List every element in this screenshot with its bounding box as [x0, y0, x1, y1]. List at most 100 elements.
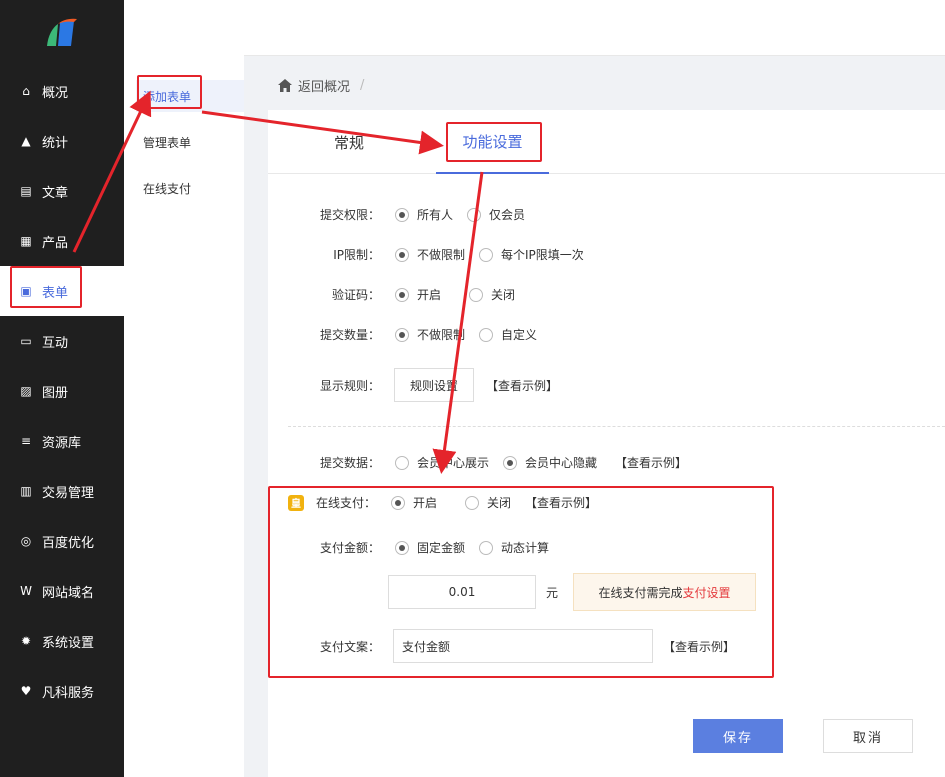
gear-icon: ✹ [20, 634, 32, 648]
row-ip-limit: IP限制： 不做限制 每个IP限填一次 [298, 246, 598, 263]
heart-icon: ♥ [20, 684, 32, 698]
notice-text: 在线支付需完成 [598, 585, 683, 600]
submenu-online-payment[interactable]: 在线支付 [136, 172, 244, 204]
display-label: 显示规则： [319, 378, 380, 393]
radio-label: 不做限制 [417, 248, 466, 262]
sidebar-item-11[interactable]: ✹ 系统设置 [0, 616, 124, 666]
form-icon: ▣ [20, 284, 32, 298]
w-icon: W [20, 584, 32, 598]
breadcrumb-separator: / [360, 78, 365, 93]
sidebar-item-label: 文章 [42, 185, 69, 201]
radio-circle [503, 455, 518, 470]
amount-fixed-radio[interactable]: 固定金额 [395, 539, 465, 556]
payment-off-radio[interactable]: 关闭 [465, 494, 511, 511]
sidebar-item-label: 系统设置 [42, 635, 95, 651]
payment-settings-link[interactable]: 支付设置 [683, 584, 731, 601]
radio-label: 会员中心隐藏 [525, 456, 598, 470]
radio-circle [395, 327, 409, 342]
sidebar-item-3[interactable]: ▦ 产品 [0, 216, 124, 266]
radio-circle [395, 540, 409, 555]
captcha-off-radio[interactable]: 关闭 [469, 286, 515, 303]
radio-label: 关闭 [487, 496, 512, 510]
logo-icon [47, 18, 77, 46]
submenu-manage-form[interactable]: 管理表单 [136, 126, 244, 158]
logo[interactable] [0, 0, 124, 66]
sidebar-item-10[interactable]: W 网站域名 [0, 566, 124, 616]
payment-copy-input[interactable]: 支付金额 [393, 629, 653, 663]
sidebar-item-9[interactable]: ◎ 百度优化 [0, 516, 124, 566]
cancel-button[interactable]: 取消 [823, 719, 913, 753]
sidebar-item-6[interactable]: ▨ 图册 [0, 366, 124, 416]
submitdata-example-link[interactable]: 【查看示例】 [615, 454, 687, 471]
radio-circle [395, 207, 409, 222]
radio-circle [479, 247, 494, 262]
count-label: 提交数量： [319, 328, 380, 342]
chat-icon: ▭ [20, 334, 32, 348]
sidebar-item-4[interactable]: ▣ 表单 [0, 266, 124, 316]
sidebar-item-label: 网站域名 [42, 585, 95, 601]
copy-example-link[interactable]: 【查看示例】 [663, 638, 735, 655]
permission-all-radio[interactable]: 所有人 [395, 206, 453, 223]
captcha-on-radio[interactable]: 开启 [395, 286, 441, 303]
radio-circle [465, 495, 480, 510]
tab-general[interactable]: 常规 [314, 110, 384, 174]
sidebar-item-label: 图册 [42, 385, 69, 401]
radio-label: 固定金额 [417, 541, 466, 555]
database-icon: ≡ [20, 434, 32, 448]
radio-circle [469, 287, 484, 302]
sidebar-item-12[interactable]: ♥ 凡科服务 [0, 666, 124, 716]
home-icon [278, 79, 292, 92]
sidebar-item-7[interactable]: ≡ 资源库 [0, 416, 124, 466]
payment-on-radio[interactable]: 开启 [391, 494, 437, 511]
radio-circle [479, 540, 494, 555]
sidebar-item-1[interactable]: ▲ 统计 [0, 116, 124, 166]
payment-example-link[interactable]: 【查看示例】 [525, 494, 597, 511]
submenu-add-form[interactable]: 添加表单 [136, 80, 244, 112]
sidebar-item-label: 凡科服务 [42, 685, 95, 701]
vip-crown-icon: 皇 [288, 494, 304, 511]
radio-label: 开启 [417, 288, 442, 302]
radio-label: 每个IP限填一次 [501, 248, 584, 262]
amount-dynamic-radio[interactable]: 动态计算 [479, 539, 549, 556]
row-captcha: 验证码： 开启 关闭 [298, 286, 529, 303]
section-divider [288, 426, 945, 427]
count-nolimit-radio[interactable]: 不做限制 [395, 326, 465, 343]
sidebar-item-2[interactable]: ▤ 文章 [0, 166, 124, 216]
ip-label: IP限制： [333, 248, 380, 262]
payment-setup-notice: 在线支付需完成 支付设置 [573, 573, 756, 611]
save-button[interactable]: 保存 [693, 719, 783, 753]
submitdata-show-radio[interactable]: 会员中心展示 [395, 454, 489, 471]
row-submit-count: 提交数量： 不做限制 自定义 [298, 326, 551, 343]
breadcrumb: 返回概况 / [278, 76, 364, 95]
sidebar-item-label: 概况 [42, 85, 69, 101]
sidebar-item-5[interactable]: ▭ 互动 [0, 316, 124, 366]
settings-panel: 常规 功能设置 提交权限： 所有人 仅会员 IP限制： 不做限制 每个IP限填一… [268, 110, 945, 777]
sidebar-item-0[interactable]: ⌂ 概况 [0, 66, 124, 116]
grid-icon: ▦ [20, 234, 32, 248]
count-custom-radio[interactable]: 自定义 [479, 326, 537, 343]
sidebar-item-label: 表单 [42, 285, 69, 301]
sidebar-item-label: 百度优化 [42, 535, 95, 551]
display-example-link[interactable]: 【查看示例】 [486, 377, 558, 394]
tab-feature-settings[interactable]: 功能设置 [436, 110, 549, 174]
rule-settings-button[interactable]: 规则设置 [394, 368, 474, 402]
sidebar-item-label: 交易管理 [42, 485, 95, 501]
form-submenu: 添加表单 管理表单 在线支付 [124, 0, 244, 777]
copy-label: 支付文案： [319, 639, 380, 654]
radio-label: 动态计算 [501, 541, 550, 555]
permission-member-radio[interactable]: 仅会员 [467, 206, 525, 223]
row-amount-input: 0.01 元 [388, 575, 558, 609]
amount-input[interactable]: 0.01 [388, 575, 536, 609]
row-online-payment: 皇 在线支付： 开启 关闭 【查看示例】 [288, 494, 597, 511]
sidebar-item-8[interactable]: ▥ 交易管理 [0, 466, 124, 516]
top-header [124, 0, 945, 56]
submitdata-hide-radio[interactable]: 会员中心隐藏 [503, 454, 597, 471]
article-icon: ▤ [20, 184, 32, 198]
ip-nolimit-radio[interactable]: 不做限制 [395, 246, 465, 263]
back-overview-link[interactable]: 返回概况 [298, 76, 350, 95]
ip-once-radio[interactable]: 每个IP限填一次 [479, 246, 584, 263]
radio-circle [395, 455, 409, 470]
radio-label: 自定义 [501, 328, 538, 342]
row-submit-data: 提交数据： 会员中心展示 会员中心隐藏 【查看示例】 [298, 454, 687, 471]
chart-icon: ▲ [21, 134, 31, 148]
